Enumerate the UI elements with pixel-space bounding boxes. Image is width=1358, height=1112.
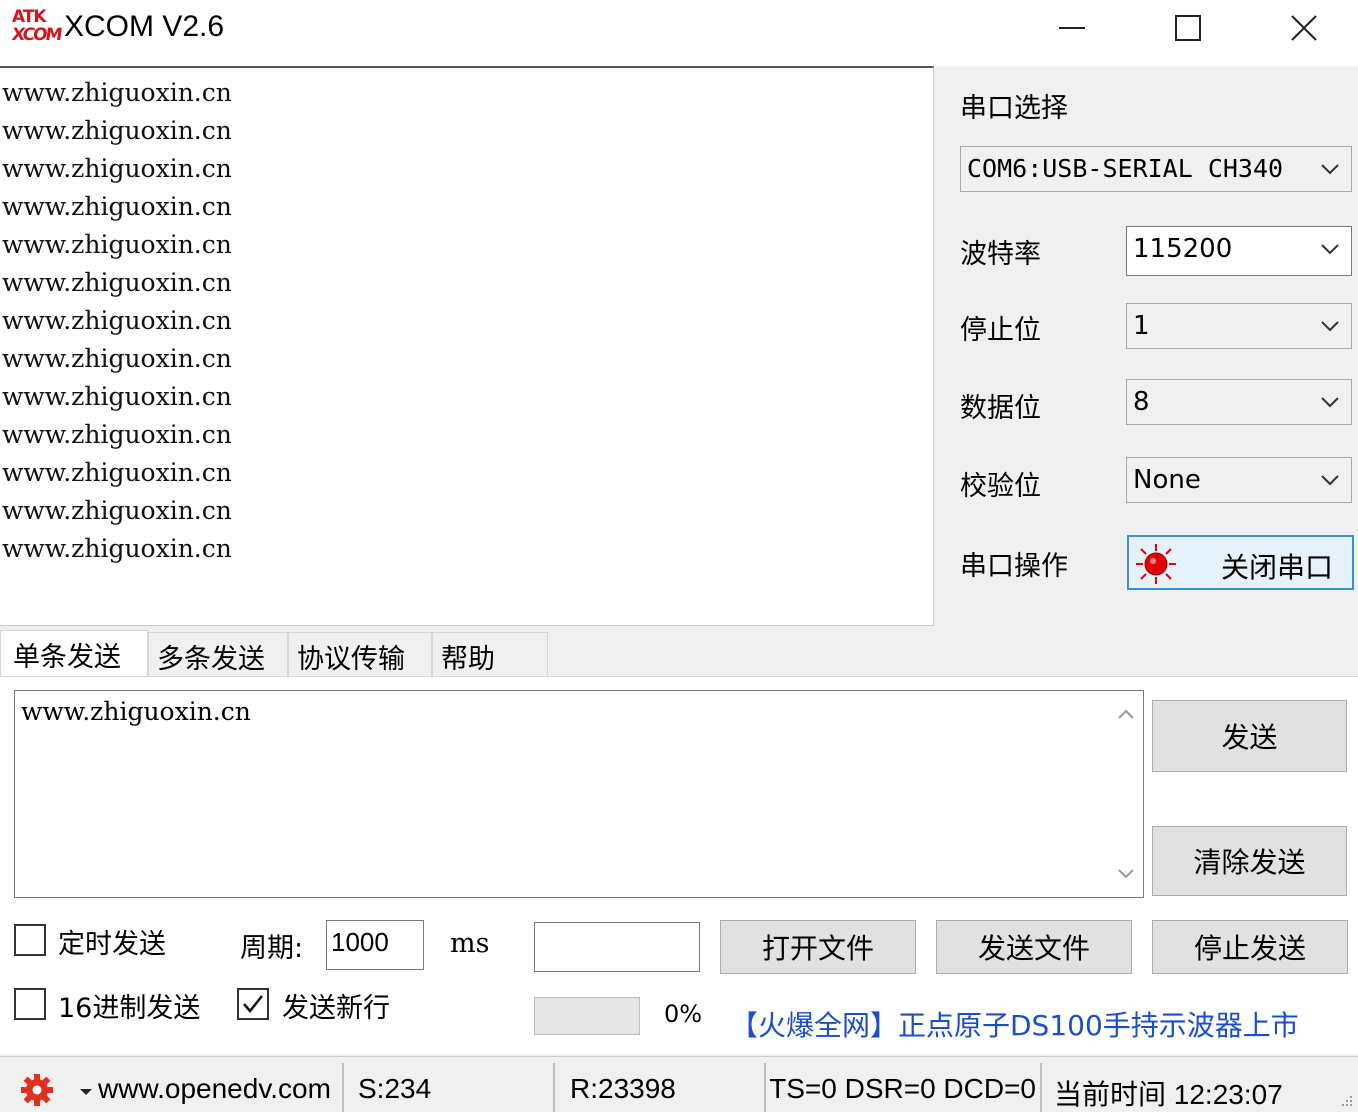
data-bits-label: 数据位	[960, 393, 1041, 424]
status-divider	[553, 1063, 555, 1112]
period-input[interactable]: 1000	[326, 920, 424, 970]
gear-icon[interactable]	[20, 1073, 54, 1107]
data-bits-select[interactable]: 8	[1126, 379, 1352, 425]
send-newline-checkbox[interactable]	[237, 988, 269, 1020]
window-title: XCOM V2.6	[64, 10, 225, 43]
status-bar: www.openedv.com S:234 R:23398 CTS=0 DSR=…	[0, 1056, 1358, 1112]
port-select-value: COM6:USB-SERIAL CH340	[967, 154, 1284, 183]
serial-operation-label: 串口操作	[960, 551, 1068, 582]
send-progress-bar	[534, 997, 640, 1035]
chevron-down-icon	[1321, 164, 1339, 175]
receive-line: www.zhiguoxin.cn	[2, 496, 232, 525]
baud-rate-label: 波特率	[960, 239, 1041, 270]
checkmark-icon	[243, 995, 263, 1013]
chevron-down-icon	[1321, 397, 1339, 408]
stop-bits-label: 停止位	[960, 315, 1041, 346]
close-icon	[1291, 15, 1317, 41]
period-value: 1000	[331, 927, 389, 957]
send-tabs: 单条发送 多条发送 协议传输 帮助	[0, 630, 548, 678]
receive-line: www.zhiguoxin.cn	[2, 268, 232, 297]
stop-bits-select[interactable]: 1	[1126, 303, 1352, 349]
chevron-down-icon	[1321, 244, 1339, 255]
receive-line: www.zhiguoxin.cn	[2, 192, 232, 221]
status-modem-lines-text: CTS=0 DSR=0 DCD=0	[770, 1073, 1036, 1104]
receive-area[interactable]: www.zhiguoxin.cn www.zhiguoxin.cn www.zh…	[0, 66, 934, 626]
send-button[interactable]: 发送	[1152, 700, 1347, 772]
logo-line2: XCOM	[10, 25, 62, 45]
chevron-down-icon	[1321, 321, 1339, 332]
status-sent-count: S:234	[358, 1073, 432, 1104]
send-textarea[interactable]: www.zhiguoxin.cn	[14, 690, 1144, 898]
close-serial-label: 关闭串口	[1221, 551, 1334, 584]
parity-label: 校验位	[960, 471, 1041, 502]
chevron-down-icon	[1321, 475, 1339, 486]
title-bar: ATK XCOM XCOM V2.6	[0, 0, 1358, 66]
chevron-up-icon[interactable]	[1115, 703, 1137, 725]
send-progress-percent: 0%	[664, 1000, 703, 1028]
receive-line: www.zhiguoxin.cn	[2, 382, 232, 411]
status-divider	[764, 1063, 766, 1112]
close-serial-button[interactable]: 关闭串口	[1127, 535, 1354, 590]
tab-multi-send[interactable]: 多条发送	[148, 632, 288, 676]
stop-bits-value: 1	[1133, 311, 1150, 341]
logo-line1: ATK	[12, 7, 47, 27]
receive-line: www.zhiguoxin.cn	[2, 230, 232, 259]
receive-line: www.zhiguoxin.cn	[2, 420, 232, 449]
open-file-button[interactable]: 打开文件	[720, 920, 916, 974]
ad-link[interactable]: 【火爆全网】正点原子DS100手持示波器上市	[718, 994, 1354, 1048]
period-label: 周期:	[240, 933, 304, 964]
receive-line: www.zhiguoxin.cn	[2, 78, 232, 107]
tab-protocol-transfer[interactable]: 协议传输	[288, 632, 432, 676]
stop-send-button[interactable]: 停止发送	[1152, 920, 1348, 974]
period-unit: ms	[450, 928, 490, 959]
timed-send-checkbox[interactable]	[14, 924, 46, 956]
close-button[interactable]	[1246, 0, 1358, 56]
status-divider	[342, 1063, 344, 1112]
send-scrollbar[interactable]	[1109, 691, 1143, 897]
timed-send-label: 定时发送	[58, 929, 166, 960]
status-current-time: 当前时间 12:23:07	[1054, 1079, 1283, 1110]
status-divider	[1040, 1063, 1042, 1112]
receive-line: www.zhiguoxin.cn	[2, 116, 232, 145]
send-file-button[interactable]: 发送文件	[936, 920, 1132, 974]
baud-rate-select[interactable]: 115200	[1126, 226, 1352, 276]
hex-send-label: 16进制发送	[58, 993, 201, 1024]
baud-rate-value: 115200	[1133, 234, 1233, 264]
status-led-icon	[1136, 544, 1176, 584]
status-url-link[interactable]: www.openedv.com	[98, 1073, 338, 1105]
data-bits-value: 8	[1133, 387, 1150, 417]
settings-dropdown-arrow-icon[interactable]	[80, 1089, 92, 1095]
tab-help[interactable]: 帮助	[432, 632, 548, 676]
status-received-count: R:23398	[570, 1073, 676, 1104]
receive-line: www.zhiguoxin.cn	[2, 344, 232, 373]
parity-value: None	[1133, 465, 1201, 495]
minimize-button[interactable]	[1014, 0, 1130, 56]
send-newline-label: 发送新行	[282, 993, 390, 1024]
receive-line: www.zhiguoxin.cn	[2, 306, 232, 335]
maximize-icon	[1175, 15, 1201, 41]
status-modem-lines: CTS=0 DSR=0 DCD=0	[770, 1073, 1036, 1105]
app-logo: ATK XCOM	[10, 7, 62, 50]
port-select-label: 串口选择	[960, 93, 1068, 124]
maximize-button[interactable]	[1130, 0, 1246, 56]
hex-send-checkbox[interactable]	[14, 988, 46, 1020]
port-select[interactable]: COM6:USB-SERIAL CH340	[960, 146, 1352, 192]
receive-line: www.zhiguoxin.cn	[2, 458, 232, 487]
receive-line: www.zhiguoxin.cn	[2, 534, 232, 563]
file-path-input[interactable]	[534, 922, 700, 972]
receive-line: www.zhiguoxin.cn	[2, 154, 232, 183]
resize-grip-icon[interactable]	[1338, 1092, 1354, 1108]
clear-send-button[interactable]: 清除发送	[1152, 826, 1347, 896]
tab-single-send[interactable]: 单条发送	[0, 630, 148, 678]
chevron-down-icon[interactable]	[1115, 863, 1137, 885]
send-text: www.zhiguoxin.cn	[21, 697, 251, 726]
minimize-icon	[1059, 27, 1085, 29]
parity-select[interactable]: None	[1126, 457, 1352, 503]
